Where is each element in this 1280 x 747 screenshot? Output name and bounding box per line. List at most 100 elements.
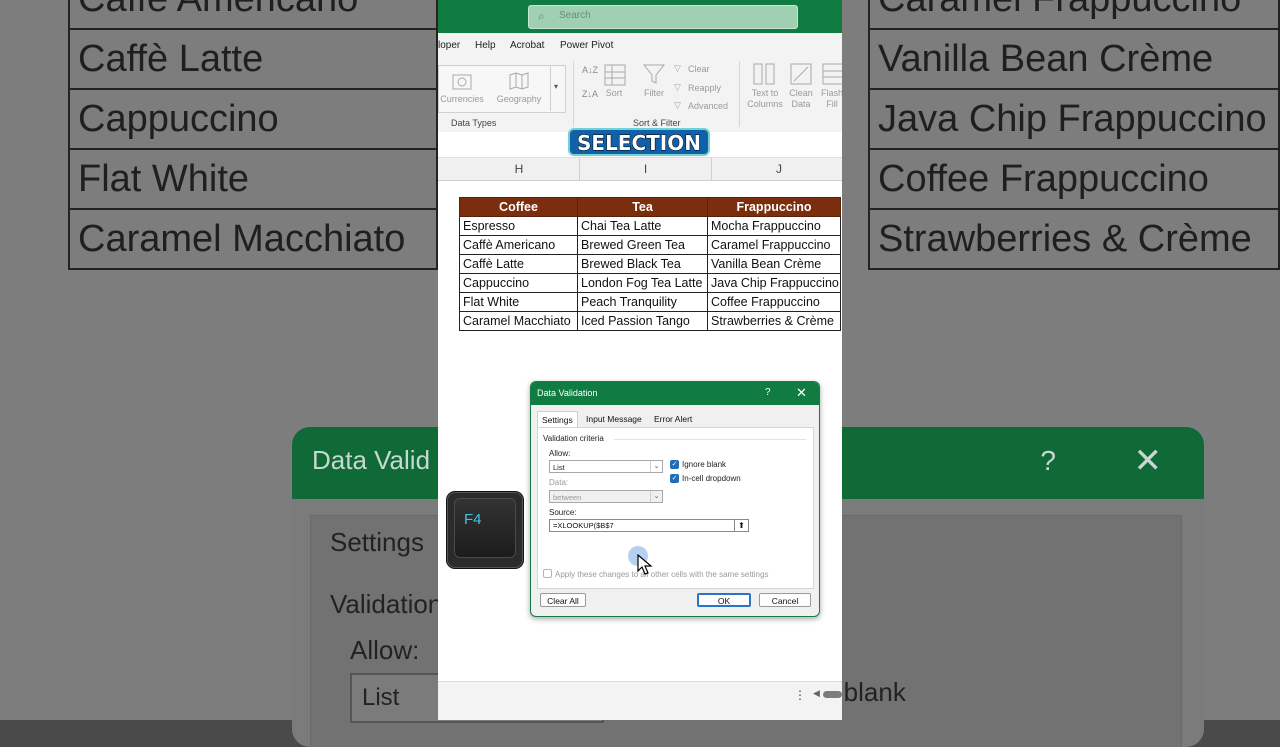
allow-dropdown[interactable]: List ⌄ xyxy=(549,460,663,473)
tab-error-alert[interactable]: Error Alert xyxy=(650,411,696,427)
in-cell-dropdown-checkbox[interactable]: ✓ xyxy=(670,474,679,483)
clear-button[interactable]: Clear xyxy=(688,64,710,74)
table-cell[interactable]: Brewed Black Tea xyxy=(577,254,708,274)
table-cell[interactable]: Coffee Frappuccino xyxy=(707,292,841,312)
reapply-icon: ▽ xyxy=(674,82,681,92)
cancel-button[interactable]: Cancel xyxy=(759,593,811,607)
ok-button[interactable]: OK xyxy=(697,593,751,607)
key-cap xyxy=(454,498,516,558)
settings-panel: Validation criteria Allow: List ⌄ ✓ Igno… xyxy=(537,427,814,589)
f4-key-overlay: F4 xyxy=(447,492,523,568)
table-cell[interactable]: Cappuccino xyxy=(459,273,578,293)
table-cell[interactable]: Vanilla Bean Crème xyxy=(707,254,841,274)
background-cell: Cappuccino xyxy=(68,88,438,150)
in-cell-dropdown-label: In-cell dropdown xyxy=(682,474,741,483)
background-cell: Flat White xyxy=(68,148,438,210)
table-row: Caramel Macchiato Iced Passion Tango Str… xyxy=(459,311,841,331)
column-header-i[interactable]: I xyxy=(580,162,711,176)
gallery-more-icon[interactable]: ▾ xyxy=(550,65,565,111)
column-header-h[interactable]: H xyxy=(459,162,579,176)
advanced-filter-icon: ▽ xyxy=(674,100,681,110)
filter-button[interactable]: Filter xyxy=(640,88,668,98)
source-value: =XLOOKUP($B$7 xyxy=(553,521,614,530)
flash-fill-button[interactable]: Flash Fill xyxy=(820,88,842,110)
help-icon[interactable]: ? xyxy=(765,387,771,398)
table-cell[interactable]: London Fog Tea Latte xyxy=(577,273,708,293)
clear-all-button[interactable]: Clear All xyxy=(540,593,586,607)
sort-icon xyxy=(604,64,626,86)
ribbon: Currencies Geography ▾ Data Types A↓Z Z↓… xyxy=(438,57,842,133)
table-header-tea[interactable]: Tea xyxy=(577,197,708,217)
chevron-down-icon: ⌄ xyxy=(650,461,662,472)
background-settings-tab: Settings xyxy=(330,527,424,557)
background-cell: Strawberries & Crème xyxy=(868,208,1280,270)
scroll-left-icon[interactable]: ◀ xyxy=(813,688,820,699)
geography-button[interactable]: Geography xyxy=(496,94,542,104)
collapse-range-icon[interactable]: ⬆ xyxy=(734,520,748,531)
validation-criteria-label: Validation criteria xyxy=(543,434,604,443)
mouse-cursor-icon xyxy=(637,554,653,575)
table-cell[interactable]: Caramel Macchiato xyxy=(459,311,578,331)
tab-power-pivot[interactable]: Power Pivot xyxy=(560,40,613,51)
apply-all-label: Apply these changes to all other cells w… xyxy=(555,570,769,579)
chevron-down-icon: ⌄ xyxy=(650,491,662,502)
title-bar: ⌕ Search xyxy=(438,0,842,33)
sort-button[interactable]: Sort xyxy=(602,88,626,98)
column-header-j[interactable]: J xyxy=(712,162,842,176)
tab-help[interactable]: Help xyxy=(475,40,496,51)
clean-data-icon xyxy=(790,63,812,85)
table-row: Caffè Latte Brewed Black Tea Vanilla Bea… xyxy=(459,254,841,274)
table-header-coffee[interactable]: Coffee xyxy=(459,197,578,217)
tab-settings[interactable]: Settings xyxy=(537,411,578,428)
selection-overlay-label: SELECTION xyxy=(577,131,702,156)
data-dropdown: between ⌄ xyxy=(549,490,663,503)
table-cell[interactable]: Caffè Latte xyxy=(459,254,578,274)
table-header-frappuccino[interactable]: Frappuccino xyxy=(707,197,841,217)
sort-asc-icon[interactable]: A↓Z xyxy=(582,65,598,75)
table-row: Caffè Americano Brewed Green Tea Caramel… xyxy=(459,235,841,255)
table-cell[interactable]: Peach Tranquility xyxy=(577,292,708,312)
search-placeholder: Search xyxy=(559,10,591,21)
apply-all-checkbox[interactable] xyxy=(543,569,552,578)
data-value: between xyxy=(553,493,582,502)
table-cell[interactable]: Brewed Green Tea xyxy=(577,235,708,255)
text-to-columns-button[interactable]: Text to Columns xyxy=(745,88,785,110)
table-cell[interactable]: Caramel Frappuccino xyxy=(707,235,841,255)
ribbon-separator xyxy=(739,61,740,127)
background-cell: Coffee Frappuccino xyxy=(868,148,1280,210)
table-cell[interactable]: Iced Passion Tango xyxy=(577,311,708,331)
divider xyxy=(614,439,806,440)
table-cell[interactable]: Espresso xyxy=(459,216,578,236)
tab-input-message[interactable]: Input Message xyxy=(582,411,646,427)
search-box[interactable]: ⌕ Search xyxy=(528,5,798,29)
tab-developer[interactable]: loper xyxy=(438,40,460,51)
allow-value: List xyxy=(553,463,565,472)
table-cell[interactable]: Chai Tea Latte xyxy=(577,216,708,236)
background-right-table: Caramel Frappuccino Vanilla Bean Crème J… xyxy=(868,0,1280,270)
table-cell[interactable]: Mocha Frappuccino xyxy=(707,216,841,236)
more-options-icon[interactable]: ⋮ xyxy=(794,688,806,702)
filter-icon xyxy=(642,64,666,84)
horizontal-scrollbar[interactable] xyxy=(823,691,842,698)
source-input[interactable]: =XLOOKUP($B$7 ⬆ xyxy=(549,519,749,532)
dialog-title: Data Validation xyxy=(537,388,598,398)
close-icon[interactable]: ✕ xyxy=(796,385,807,401)
table-cell[interactable]: Flat White xyxy=(459,292,578,312)
background-cell: Caramel Frappuccino xyxy=(868,0,1280,30)
advanced-button[interactable]: Advanced xyxy=(688,101,728,111)
selection-overlay-badge: SELECTION xyxy=(568,128,710,156)
ignore-blank-checkbox[interactable]: ✓ xyxy=(670,460,679,469)
allow-label: Allow: xyxy=(549,449,571,458)
currencies-button[interactable]: Currencies xyxy=(440,94,484,104)
table-cell[interactable]: Caffè Americano xyxy=(459,235,578,255)
clean-data-button[interactable]: Clean Data xyxy=(788,88,814,110)
reapply-button[interactable]: Reapply xyxy=(688,83,721,93)
tab-acrobat[interactable]: Acrobat xyxy=(510,40,544,51)
background-cell: Vanilla Bean Crème xyxy=(868,28,1280,90)
background-cell: Caffè Latte xyxy=(68,28,438,90)
table-cell[interactable]: Strawberries & Crème xyxy=(707,311,841,331)
sort-desc-icon[interactable]: Z↓A xyxy=(582,89,598,99)
table-cell[interactable]: Java Chip Frappuccino xyxy=(707,273,841,293)
f4-key-label: F4 xyxy=(464,511,482,528)
data-label: Data: xyxy=(549,478,569,487)
